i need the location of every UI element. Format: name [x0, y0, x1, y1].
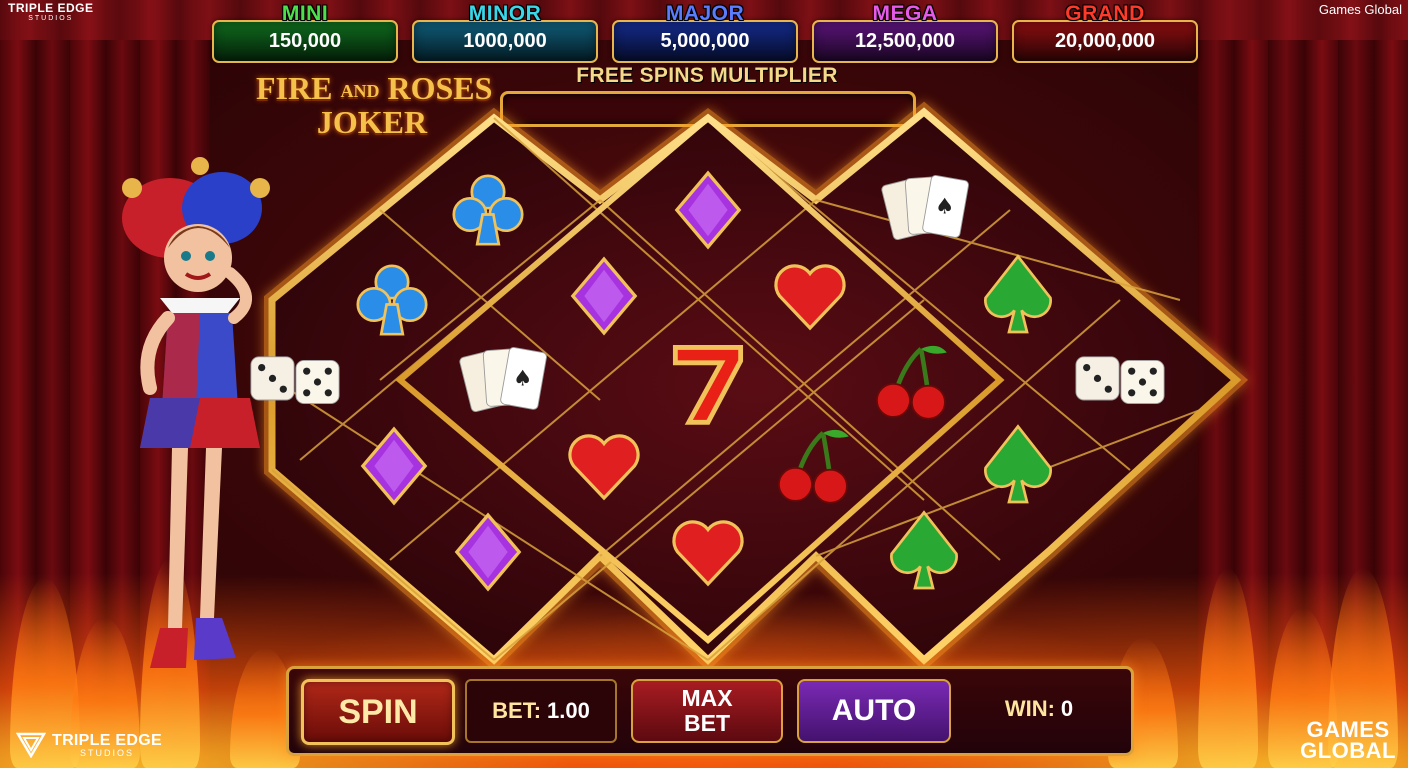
cards-icon: ♠ — [869, 160, 979, 260]
spin-button[interactable]: SPIN — [301, 679, 455, 745]
club-icon — [337, 250, 447, 350]
diamond-icon — [653, 160, 763, 260]
jester-character — [122, 157, 270, 668]
game-stage: TRIPLE EDGE STUDIOS Games Global 150,000… — [0, 0, 1408, 768]
win-value: 0 — [1060, 696, 1074, 721]
cards-icon: ♠ — [447, 332, 557, 432]
win-label: WIN: — [1004, 696, 1055, 721]
publisher-logo-bottom: GAMES GLOBAL — [1300, 719, 1396, 764]
studio-logo-bottom-name: TRIPLE EDGE — [52, 731, 162, 749]
cherry-icon — [757, 416, 867, 516]
seven-icon — [653, 332, 763, 432]
diamond-icon — [549, 246, 659, 346]
auto-button[interactable]: AUTO — [797, 679, 951, 743]
studio-logo-bottom: TRIPLE EDGE STUDIOS — [16, 732, 162, 758]
control-panel: SPIN BET: 1.00 MAX BET AUTO WIN: 0 — [286, 666, 1134, 756]
diamond-icon — [433, 502, 543, 602]
max-bet-label-line2: BET — [684, 710, 730, 736]
club-icon — [433, 160, 543, 260]
publisher-logo-line2: GLOBAL — [1300, 738, 1396, 764]
spade-icon — [963, 416, 1073, 516]
dice-icon — [1065, 332, 1175, 432]
max-bet-label-line1: MAX — [681, 685, 733, 711]
svg-text:♠: ♠ — [513, 367, 532, 392]
cherry-icon — [855, 332, 965, 432]
spade-icon — [869, 502, 979, 602]
win-display: WIN: 0 — [965, 679, 1113, 739]
spade-icon — [963, 246, 1073, 346]
svg-text:♠: ♠ — [935, 195, 954, 220]
heart-icon — [549, 416, 659, 516]
heart-icon — [653, 502, 763, 602]
max-bet-button[interactable]: MAX BET — [631, 679, 783, 743]
studio-logo-bottom-sub: STUDIOS — [79, 747, 134, 758]
bet-value: 1.00 — [547, 698, 590, 723]
heart-icon — [755, 246, 865, 346]
diamond-icon — [339, 416, 449, 516]
bet-label: BET: — [492, 698, 542, 723]
bet-display[interactable]: BET: 1.00 — [465, 679, 617, 743]
triangle-logo-icon — [16, 732, 46, 758]
